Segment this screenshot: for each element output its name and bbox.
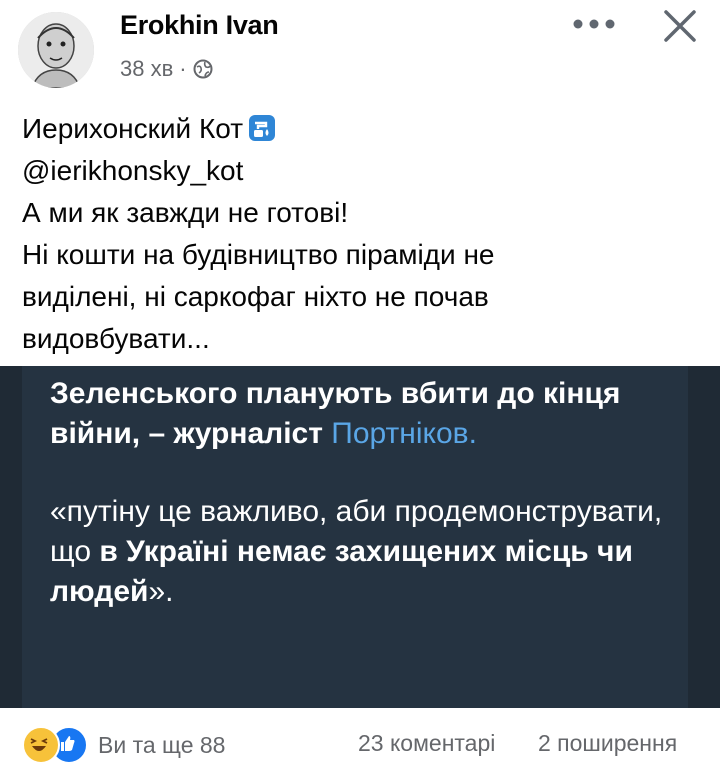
post-text: Иерихонский Кот @ierikhonsky_kot А ми як…: [22, 108, 702, 360]
potable-water-icon: [249, 115, 276, 141]
close-icon: [664, 10, 696, 42]
reactions-count: Ви та ще 88: [98, 731, 226, 758]
comments-count[interactable]: 23 коментарі: [358, 730, 495, 757]
text-line: видовбувати...: [22, 323, 210, 354]
more-options-button[interactable]: [566, 6, 622, 42]
channel-handle[interactable]: @ierikhonsky_kot: [22, 150, 702, 192]
globe-icon: [193, 59, 213, 79]
channel-name: Иерихонский Кот: [22, 113, 244, 144]
close-button[interactable]: [654, 0, 706, 52]
image-message-text: Зеленського планують вбити до кінця війн…: [50, 374, 670, 612]
quote-bold-text: в Україні немає захищених місць чи людей: [50, 535, 633, 608]
text-line: А ми як завжди не готові!: [22, 197, 349, 228]
post-meta: 38 хв ·: [120, 56, 213, 82]
headline-link: Портніков.: [331, 417, 477, 450]
avatar-portrait-icon: [18, 12, 94, 88]
text-line: Иерихонский Кот: [22, 108, 702, 150]
text-line: виділені, ні саркофаг ніхто не почав: [22, 281, 489, 312]
post-header: Erokhin Ivan 38 хв ·: [0, 0, 720, 100]
more-dots-icon: [573, 19, 615, 29]
avatar[interactable]: [18, 12, 94, 88]
haha-reaction-icon: [22, 726, 60, 764]
post-time[interactable]: 38 хв: [120, 56, 173, 82]
image-headline: Зеленського планують вбити до кінця війн…: [50, 374, 670, 454]
image-quote: «путіну це важливо, аби продемонструвати…: [50, 492, 670, 612]
quote-end-text: ».: [148, 575, 174, 608]
reactions-summary[interactable]: Ви та ще 88: [22, 726, 225, 764]
shares-count[interactable]: 2 поширення: [538, 730, 677, 757]
post-footer: Ви та ще 88 23 коментарі 2 поширення: [0, 716, 720, 774]
text-line: Ні кошти на будівництво піраміди не: [22, 239, 495, 270]
meta-separator: ·: [179, 56, 187, 81]
author-name[interactable]: Erokhin Ivan: [120, 10, 279, 41]
